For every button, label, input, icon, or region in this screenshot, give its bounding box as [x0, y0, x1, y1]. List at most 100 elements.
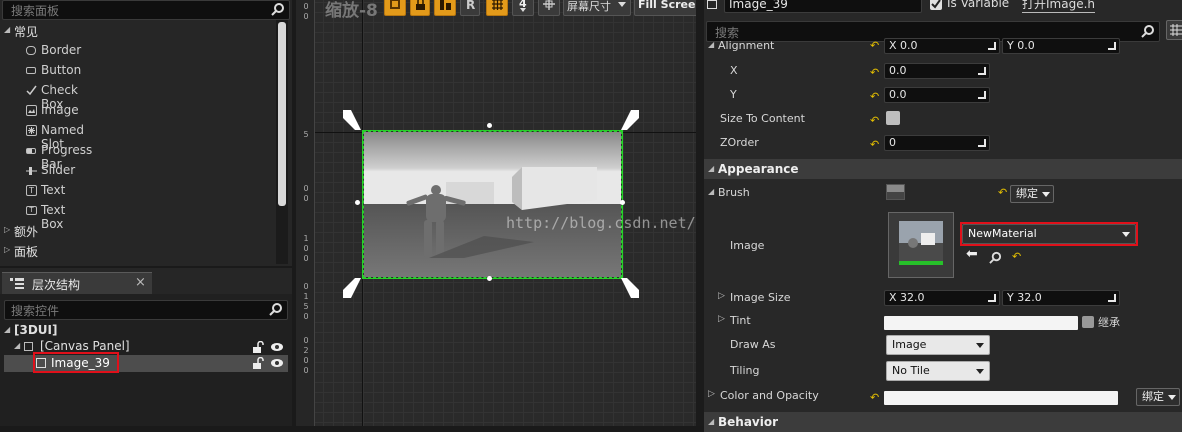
- hierarchy-icon: [10, 278, 24, 289]
- widget-name-input[interactable]: Image_39: [724, 0, 922, 13]
- palette-scrollbar[interactable]: [276, 20, 288, 264]
- toolbar-transform-button[interactable]: [538, 0, 560, 16]
- unlock-icon[interactable]: [252, 357, 264, 369]
- reset-arrow-icon[interactable]: ↶: [998, 186, 1007, 199]
- resize-corner-icon: [978, 139, 986, 147]
- expand-down-icon: ◢: [14, 341, 21, 350]
- anchor-handle-icon[interactable]: [341, 108, 363, 132]
- resize-corner-icon: [988, 294, 996, 302]
- toolbar-snap-button[interactable]: 4: [512, 0, 534, 16]
- expand-down-icon: ◢: [4, 25, 11, 34]
- alignment-x-field[interactable]: X 0.0: [884, 38, 1000, 54]
- eye-icon[interactable]: [270, 342, 284, 352]
- toolbar-select-button[interactable]: [384, 0, 406, 16]
- zorder-field[interactable]: 0: [884, 135, 990, 151]
- image-thumbnail[interactable]: [888, 212, 954, 278]
- reset-arrow-icon[interactable]: ↶: [870, 90, 879, 103]
- draw-as-dropdown[interactable]: Image: [886, 335, 990, 355]
- layout-icon: [440, 0, 451, 10]
- move-icon: [543, 0, 555, 10]
- resize-handle-left[interactable]: [355, 200, 360, 205]
- expand-down-icon: ◢: [708, 417, 715, 426]
- selected-item-highlight: [33, 352, 119, 373]
- resize-handle-bottom[interactable]: [487, 276, 492, 281]
- progress-bar-icon: [26, 148, 36, 154]
- expand-right-icon: ▷: [718, 314, 725, 324]
- palette-search-input[interactable]: 搜索面板: [2, 0, 290, 20]
- reset-arrow-icon[interactable]: ↶: [870, 39, 879, 52]
- search-icon[interactable]: [269, 302, 283, 316]
- category-panel[interactable]: ▷ 面板: [0, 241, 276, 261]
- reset-arrow-icon[interactable]: ↶: [870, 114, 879, 127]
- anchor-handle-icon[interactable]: [619, 276, 641, 300]
- reset-arrow-icon[interactable]: ↶: [870, 66, 879, 79]
- is-variable-checkbox[interactable]: [930, 0, 942, 10]
- anchor-handle-icon[interactable]: [619, 108, 641, 132]
- row-size-to-content: Size To Content ↶: [704, 107, 1182, 131]
- expand-right-icon: ▷: [718, 291, 725, 301]
- toolbar-grid-button[interactable]: [486, 0, 508, 16]
- chevron-down-icon: [1168, 395, 1176, 400]
- toolbar-lock-button[interactable]: [410, 0, 430, 16]
- color-opacity-swatch[interactable]: [884, 391, 1118, 405]
- text-icon: T: [26, 185, 37, 196]
- eye-icon[interactable]: [270, 358, 284, 368]
- color-bind-dropdown[interactable]: 绑定: [1136, 388, 1180, 406]
- open-header-link[interactable]: 打开Image.h: [1022, 0, 1096, 13]
- unlock-icon[interactable]: [252, 341, 264, 353]
- tab-hierarchy[interactable]: 层次结构 ×: [2, 272, 152, 295]
- alignment-y-field[interactable]: Y 0.0: [1002, 38, 1120, 54]
- toolbar-r-button[interactable]: R: [460, 0, 480, 16]
- vertical-ruler: 0 0 5 0 0 1 0 0 0 1 5 0 0 2 0 0: [296, 0, 315, 426]
- row-color-opacity: ▷ Color and Opacity ↶ 绑定: [704, 384, 1182, 408]
- hierarchy-search-input[interactable]: 搜索控件: [4, 300, 288, 320]
- image-size-x-field[interactable]: X 32.0: [884, 290, 1000, 306]
- image-size-y-field[interactable]: Y 32.0: [1002, 290, 1120, 306]
- search-icon[interactable]: [271, 2, 285, 16]
- browse-search-icon[interactable]: [989, 251, 1002, 264]
- panel-splitter[interactable]: [696, 0, 704, 426]
- ruler-labels: 0 0 5 0 0 1 0 0 0 1 5 0 0 2 0 0: [303, 2, 309, 375]
- chevron-down-icon: [520, 8, 526, 12]
- palette-panel: 搜索面板 ◢ 常见 Border Button Check Box Image …: [0, 0, 292, 266]
- resize-corner-icon: [978, 67, 986, 75]
- resize-corner-icon: [1108, 42, 1116, 50]
- chevron-down-icon: [976, 369, 984, 374]
- tiling-dropdown[interactable]: No Tile: [886, 361, 990, 381]
- tint-inherit-checkbox[interactable]: [1082, 316, 1094, 328]
- reset-arrow-icon[interactable]: ↶: [870, 391, 879, 404]
- close-tab-icon[interactable]: ×: [135, 275, 146, 290]
- tree-root[interactable]: ◢ [3DUI]: [4, 323, 284, 339]
- designer-canvas[interactable]: 缩放-8 R 4 屏幕尺寸 Fill Screen: [315, 0, 696, 426]
- checkbox-icon: [26, 85, 37, 96]
- anchor-handle-icon[interactable]: [341, 276, 363, 300]
- zoom-label: 缩放-8: [325, 1, 378, 21]
- image-widget-selection[interactable]: [362, 130, 623, 279]
- size-to-content-checkbox[interactable]: [886, 111, 900, 125]
- x-field[interactable]: 0.0: [884, 63, 990, 79]
- section-behavior[interactable]: ◢ Behavior: [704, 412, 1182, 432]
- y-field[interactable]: 0.0: [884, 87, 990, 103]
- section-appearance[interactable]: ◢ Appearance: [704, 159, 1182, 179]
- toolbar-layout-button[interactable]: [434, 0, 456, 16]
- row-image: Image NewMaterial ⬅ ↶: [704, 210, 1182, 282]
- expand-down-icon: ◢: [4, 325, 11, 334]
- material-dropdown[interactable]: NewMaterial: [962, 224, 1136, 244]
- resize-handle-top[interactable]: [487, 123, 492, 128]
- expand-right-icon: ▷: [708, 389, 715, 399]
- fill-screen-dropdown[interactable]: Fill Screen: [634, 0, 696, 16]
- scrollbar-thumb[interactable]: [278, 22, 286, 206]
- reset-arrow-icon[interactable]: ↶: [1012, 250, 1021, 263]
- screen-size-dropdown[interactable]: 屏幕尺寸: [563, 0, 631, 16]
- category-extra[interactable]: ▷ 额外: [0, 221, 276, 241]
- chevron-down-icon: [1122, 232, 1130, 237]
- watermark-text: http://blog.csdn.net/0nafio0: [506, 214, 696, 232]
- category-common[interactable]: ◢ 常见: [0, 21, 276, 41]
- tint-color-swatch[interactable]: [884, 316, 1078, 330]
- row-x: X ↶ 0.0: [704, 59, 1182, 83]
- reset-arrow-icon[interactable]: ↶: [870, 138, 879, 151]
- use-selected-arrow-icon[interactable]: ⬅: [966, 246, 978, 262]
- brush-bind-dropdown[interactable]: 绑定: [1010, 185, 1054, 203]
- canvas-panel-icon: [24, 342, 33, 351]
- resize-handle-right[interactable]: [620, 200, 625, 205]
